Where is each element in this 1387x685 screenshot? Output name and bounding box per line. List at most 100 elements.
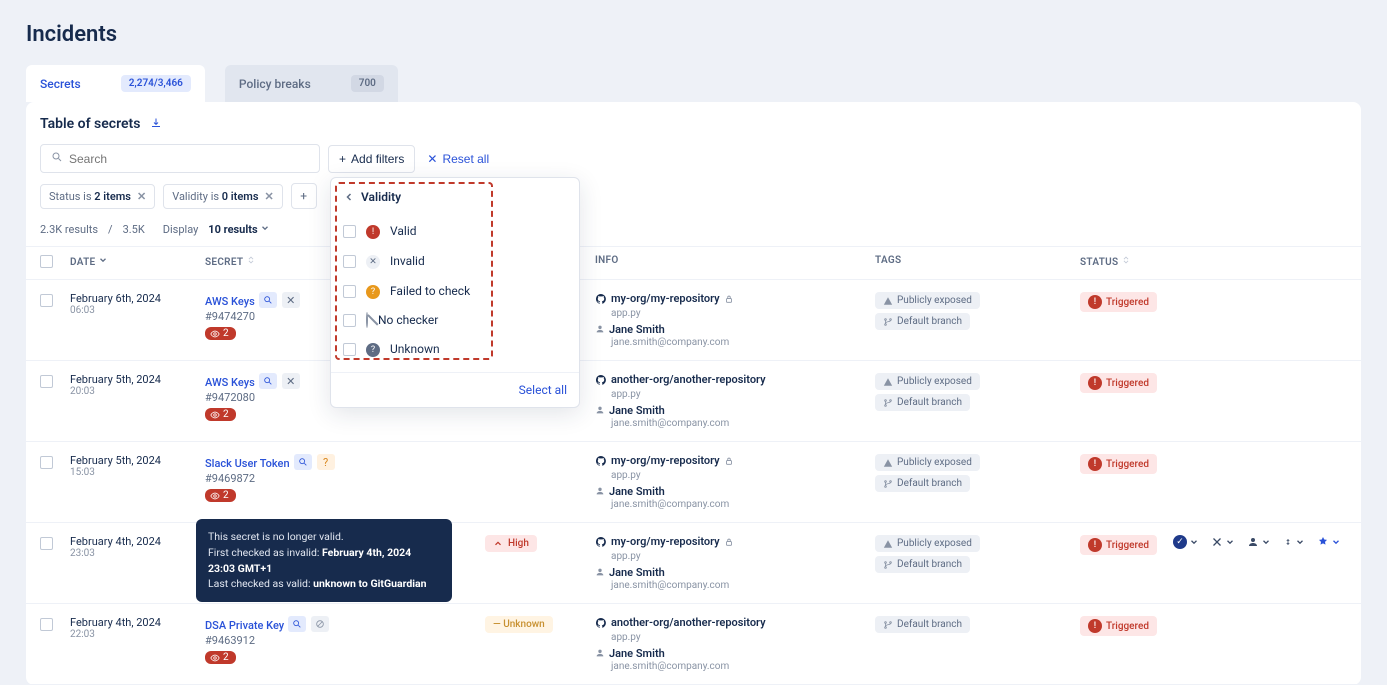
user-link[interactable]: Jane Smith xyxy=(595,323,665,336)
user-icon xyxy=(595,567,605,577)
add-chip-button[interactable]: + xyxy=(291,183,317,209)
user-link[interactable]: Jane Smith xyxy=(595,404,665,417)
view-icon[interactable] xyxy=(259,292,277,308)
secret-name-link[interactable]: AWS Keys xyxy=(205,295,255,308)
action-more[interactable] xyxy=(1317,536,1341,548)
option-checkbox[interactable] xyxy=(343,285,356,298)
validity-tooltip: This secret is no longer valid. First ch… xyxy=(196,519,452,602)
chip-remove-icon[interactable]: ✕ xyxy=(137,190,146,203)
occurrences-badge: 2 xyxy=(205,327,236,340)
repo-file: app.py xyxy=(611,308,875,319)
col-secret[interactable]: SECRET xyxy=(205,257,243,268)
warning-icon xyxy=(883,377,893,387)
chevron-down-icon xyxy=(98,255,108,265)
tab-policy-breaks[interactable]: Policy breaks 700 xyxy=(225,65,398,102)
row-checkbox[interactable] xyxy=(40,294,53,307)
action-severity[interactable] xyxy=(1283,537,1305,547)
user-link[interactable]: Jane Smith xyxy=(595,566,665,579)
dropdown-title: Validity xyxy=(361,190,401,204)
filter-option[interactable]: ?Failed to check xyxy=(343,276,567,306)
option-checkbox[interactable] xyxy=(343,314,356,327)
secret-name-link[interactable]: Slack User Token xyxy=(205,457,290,470)
repo-link[interactable]: my-org/my-repository xyxy=(595,454,734,467)
tooltip-line: Last checked as valid: unknown to GitGua… xyxy=(208,576,440,592)
download-icon[interactable] xyxy=(150,117,162,132)
select-all-checkbox[interactable] xyxy=(40,255,53,268)
col-tags: TAGS xyxy=(875,255,901,266)
action-ignore[interactable] xyxy=(1211,536,1235,548)
row-checkbox[interactable] xyxy=(40,537,53,550)
action-assign[interactable] xyxy=(1247,536,1271,548)
filter-option[interactable]: !Valid xyxy=(343,216,567,246)
row-checkbox[interactable] xyxy=(40,618,53,631)
filter-option[interactable]: No checker xyxy=(343,306,567,334)
option-checkbox[interactable] xyxy=(343,225,356,238)
option-label: No checker xyxy=(378,313,438,327)
chevron-left-icon[interactable] xyxy=(343,191,355,203)
occurrences-badge: 2 xyxy=(205,408,236,421)
table-row[interactable]: February 4th, 202422:03DSA Private Key#9… xyxy=(26,604,1361,685)
tag-pill: Default branch xyxy=(875,394,970,411)
warning-icon xyxy=(883,458,893,468)
user-icon xyxy=(595,648,605,658)
lock-icon xyxy=(724,294,734,304)
results-shown: 2.3K results xyxy=(40,223,98,236)
search-field[interactable] xyxy=(69,152,309,166)
chip-remove-icon[interactable]: ✕ xyxy=(264,190,273,203)
table-row[interactable]: February 5th, 202420:03AWS Keys✕#9472080… xyxy=(26,361,1361,442)
tab-label: Secrets xyxy=(40,77,81,91)
display-value[interactable]: 10 results xyxy=(208,223,270,236)
results-total: 3.5K xyxy=(123,223,145,236)
github-icon xyxy=(595,617,607,629)
row-date: February 4th, 2024 xyxy=(70,535,205,548)
row-checkbox[interactable] xyxy=(40,456,53,469)
col-date[interactable]: DATE xyxy=(70,257,95,268)
status-dot-icon: ! xyxy=(1088,457,1102,471)
tag-pill: Publicly exposed xyxy=(875,535,980,552)
option-checkbox[interactable] xyxy=(343,343,356,356)
status-dot-icon: ! xyxy=(1088,376,1102,390)
option-icon: ✕ xyxy=(366,253,380,269)
repo-link[interactable]: another-org/another-repository xyxy=(595,616,766,629)
table-row[interactable]: February 6th, 202406:03AWS Keys✕#9474270… xyxy=(26,280,1361,361)
option-icon: ? xyxy=(366,283,380,299)
col-status[interactable]: STATUS xyxy=(1080,257,1118,268)
view-icon[interactable] xyxy=(259,373,277,389)
validity-filter-dropdown: Validity !Valid✕Invalid?Failed to check N… xyxy=(330,177,580,408)
user-link[interactable]: Jane Smith xyxy=(595,485,665,498)
tooltip-line: First checked as invalid: February 4th, … xyxy=(208,545,440,577)
secret-name-link[interactable]: DSA Private Key xyxy=(205,619,284,632)
repo-link[interactable]: my-org/my-repository xyxy=(595,292,734,305)
option-icon xyxy=(366,313,368,327)
repo-link[interactable]: my-org/my-repository xyxy=(595,535,734,548)
secret-name-link[interactable]: AWS Keys xyxy=(205,376,255,389)
tag-pill: Default branch xyxy=(875,313,970,330)
row-checkbox[interactable] xyxy=(40,375,53,388)
view-icon[interactable] xyxy=(288,616,306,632)
filter-option[interactable]: ?Unknown xyxy=(343,334,567,364)
reset-all-button[interactable]: ✕ Reset all xyxy=(423,146,493,172)
secrets-table: DATE SECRET INFO TAGS STATUS February 6t… xyxy=(26,246,1361,685)
action-resolve[interactable]: ✓ xyxy=(1173,535,1199,549)
select-all-link[interactable]: Select all xyxy=(519,383,567,397)
chevron-down-icon xyxy=(260,223,270,233)
search-input[interactable] xyxy=(40,144,320,173)
occurrences-badge: 2 xyxy=(205,651,236,664)
github-icon xyxy=(595,293,607,305)
validity-invalid-icon: ✕ xyxy=(282,292,300,308)
plus-icon: + xyxy=(339,152,346,166)
filter-chip-validity[interactable]: Validity is 0 items ✕ xyxy=(163,184,283,209)
option-checkbox[interactable] xyxy=(343,255,356,268)
row-time: 22:03 xyxy=(70,629,205,640)
chip-label: Validity is 0 items xyxy=(172,190,258,203)
branch-icon xyxy=(883,560,893,570)
add-filters-button[interactable]: + Add filters xyxy=(328,145,415,173)
filter-chip-status[interactable]: Status is 2 items ✕ xyxy=(40,184,155,209)
view-icon[interactable] xyxy=(294,454,312,470)
repo-link[interactable]: another-org/another-repository xyxy=(595,373,766,386)
filter-option[interactable]: ✕Invalid xyxy=(343,246,567,276)
validity-invalid-icon: ✕ xyxy=(282,373,300,389)
tab-secrets[interactable]: Secrets 2,274/3,466 xyxy=(26,65,205,102)
user-link[interactable]: Jane Smith xyxy=(595,647,665,660)
table-row[interactable]: February 5th, 202415:03Slack User Token?… xyxy=(26,442,1361,523)
